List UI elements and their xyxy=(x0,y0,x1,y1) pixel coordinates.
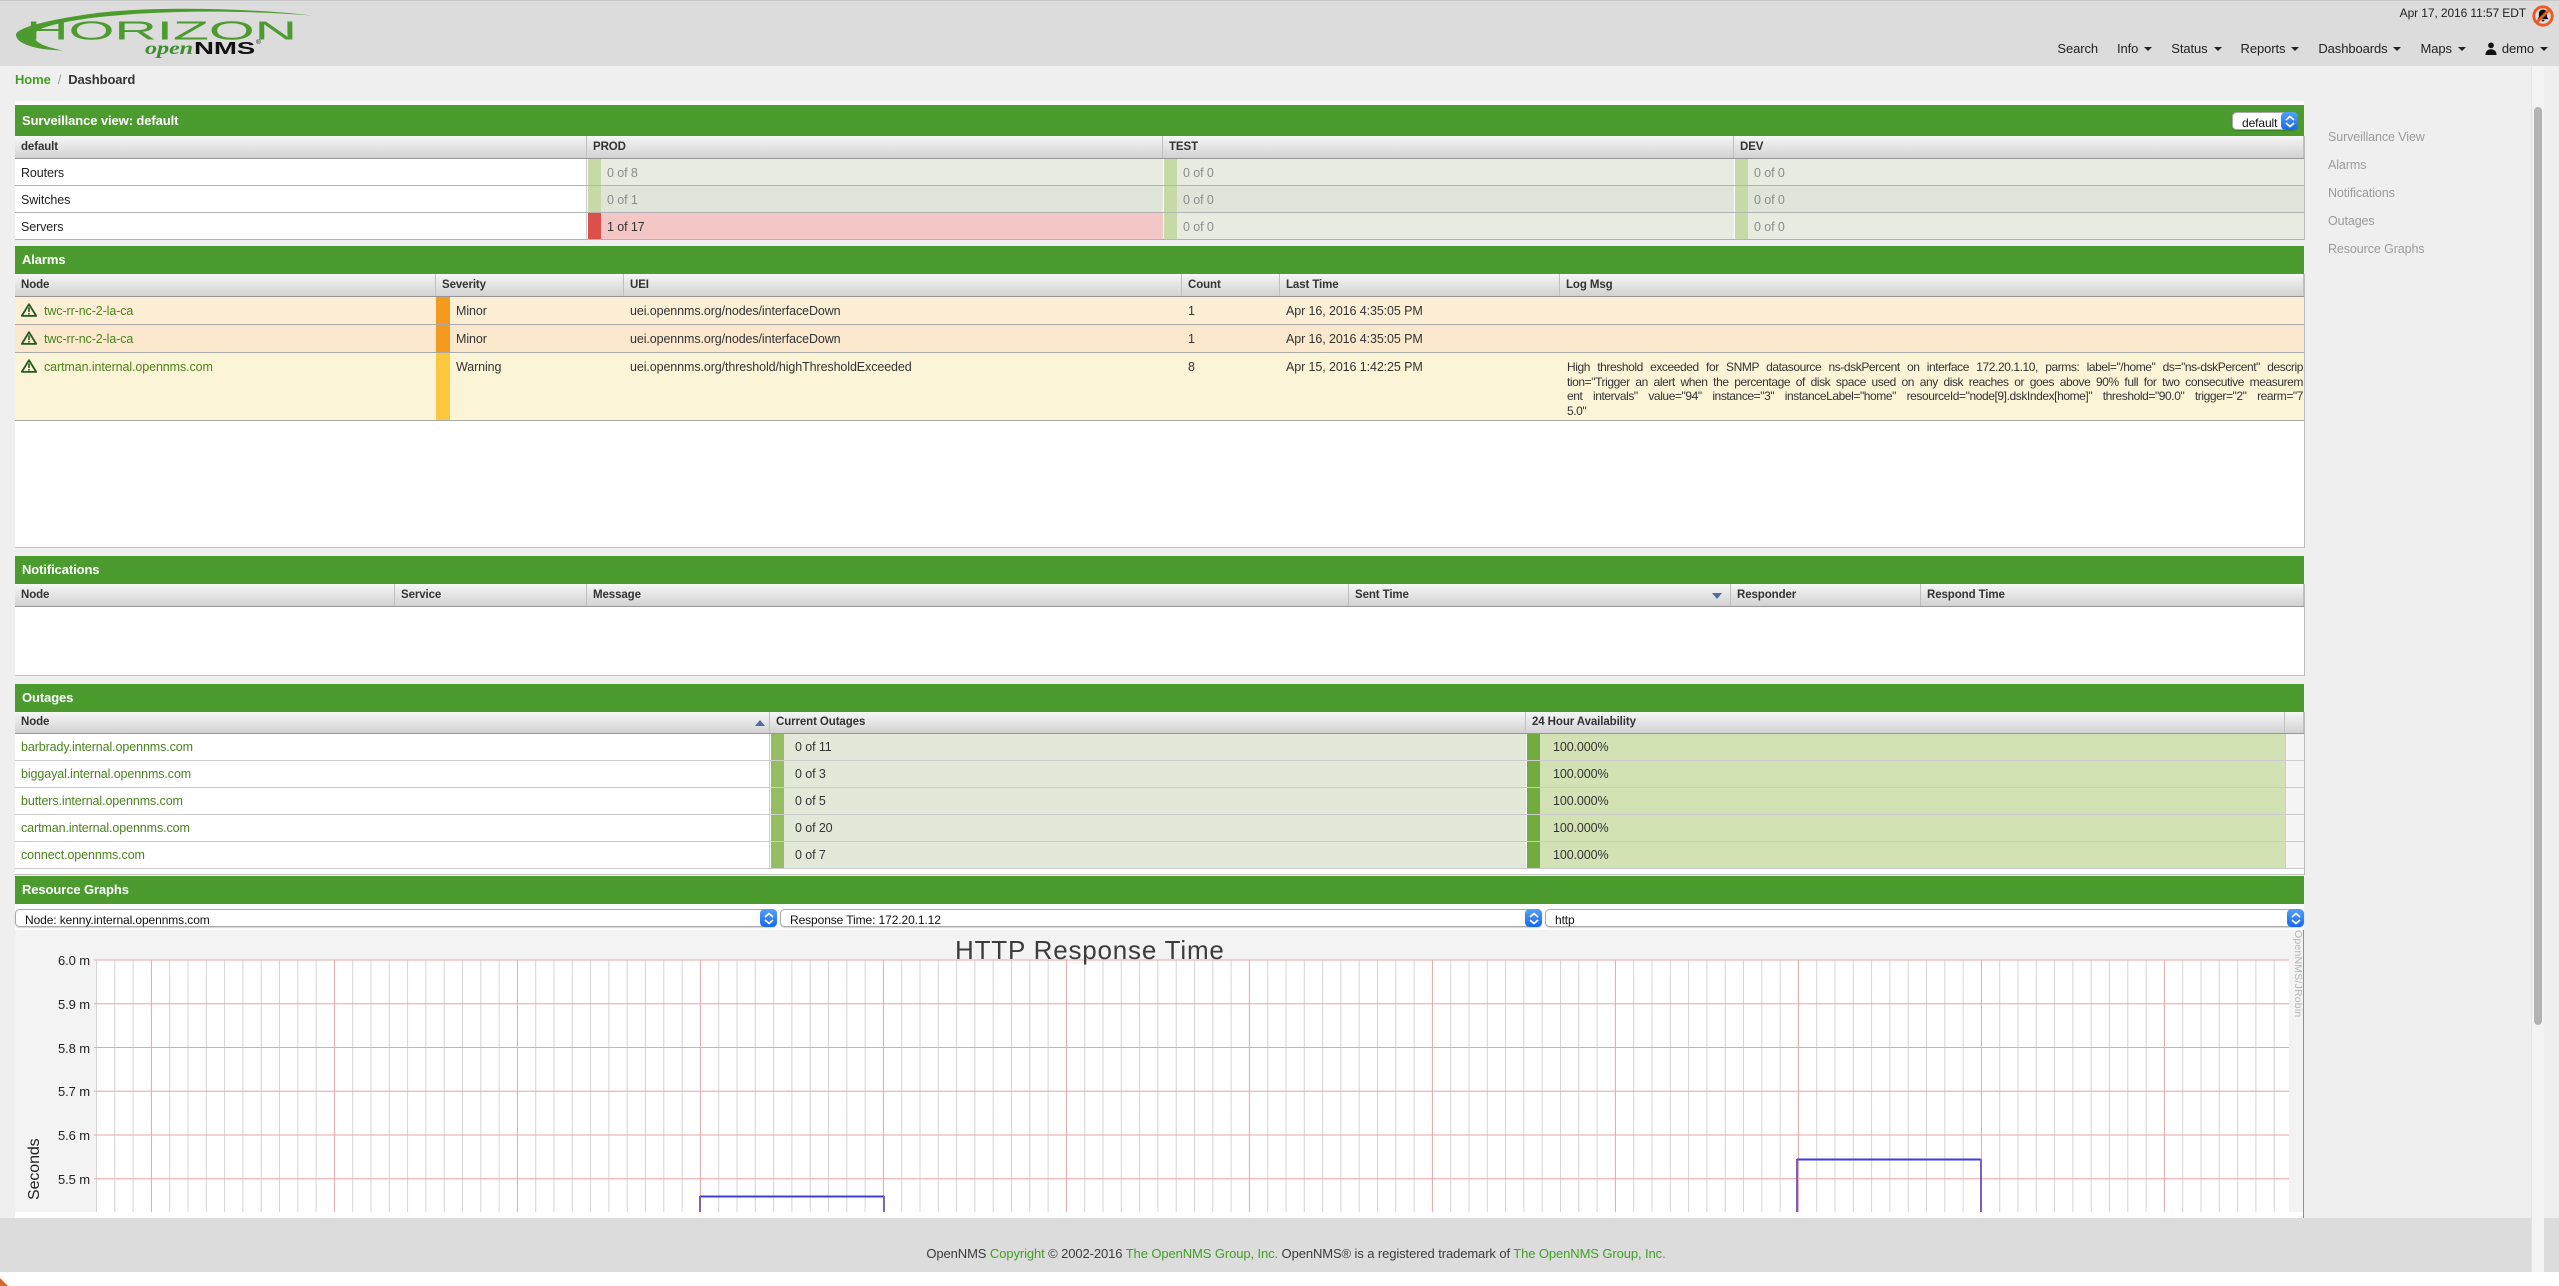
svg-text:NMS: NMS xyxy=(194,38,255,58)
svg-text:®: ® xyxy=(256,38,261,46)
svg-text:open: open xyxy=(145,38,193,58)
